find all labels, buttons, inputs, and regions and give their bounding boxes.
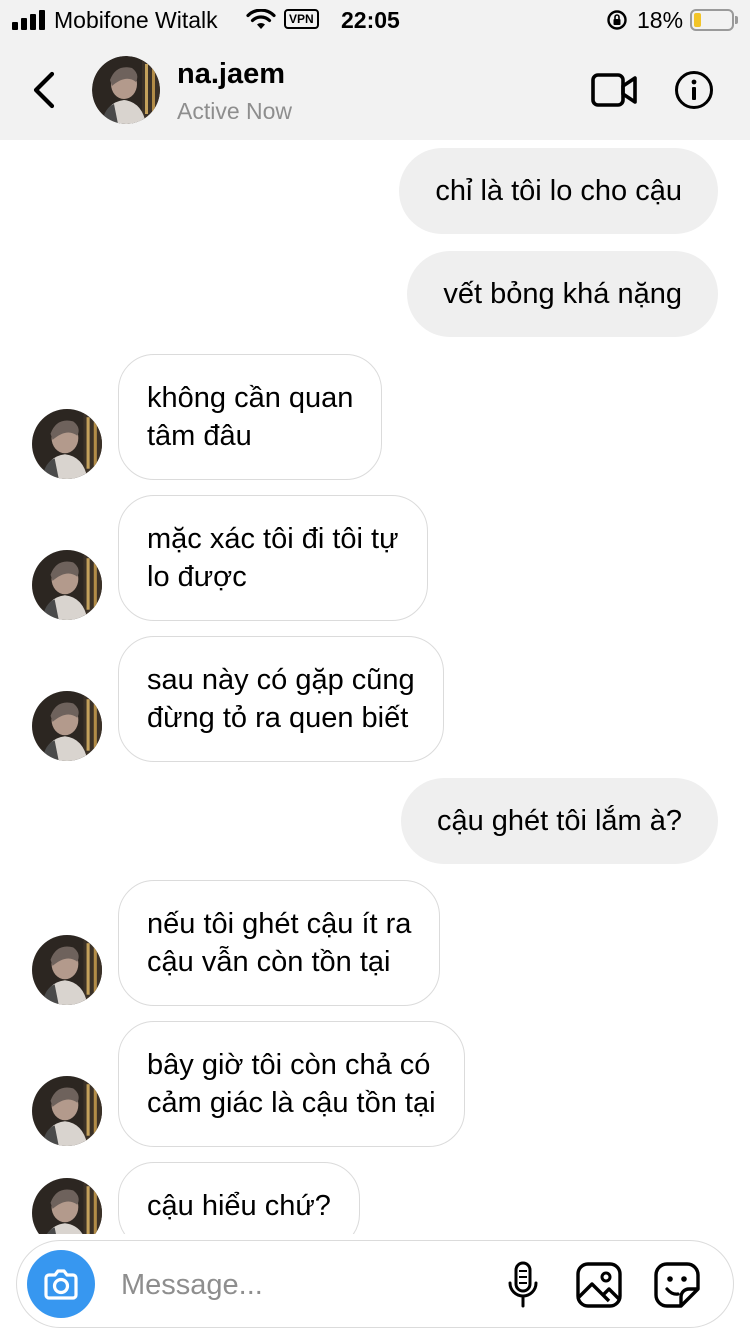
- contact-avatar[interactable]: [92, 56, 160, 124]
- incoming-message[interactable]: sau này có gặp cũng đừng tỏ ra quen biết: [118, 636, 444, 762]
- sender-avatar-image: [32, 1076, 102, 1146]
- battery-percentage: 18%: [637, 7, 684, 33]
- clock: 22:05: [341, 7, 400, 33]
- active-status: Active Now: [177, 98, 293, 124]
- sender-avatar: [32, 1178, 102, 1234]
- sender-avatar: [32, 1076, 102, 1146]
- outgoing-message[interactable]: cậu ghét tôi lắm à?: [400, 778, 718, 864]
- wifi-icon: [246, 9, 276, 29]
- incoming-message[interactable]: bây giờ tôi còn chả có cảm giác là cậu t…: [118, 1021, 465, 1147]
- sender-avatar: [32, 550, 102, 620]
- carrier-name: Mobifone Witalk: [54, 7, 218, 33]
- outgoing-message[interactable]: vết bỏng khá nặng: [407, 251, 718, 337]
- back-chevron-icon[interactable]: [28, 68, 64, 112]
- orientation-lock-icon: [607, 10, 627, 30]
- message-thread[interactable]: chỉ là tôi lo cho cậu vết bỏng khá nặng …: [0, 140, 750, 1234]
- sender-avatar: [32, 935, 102, 1005]
- camera-icon: [44, 1269, 78, 1300]
- sender-avatar-image: [32, 550, 102, 620]
- status-bar: Mobifone Witalk VPN 22:05 18%: [0, 0, 750, 40]
- battery-fill: [694, 13, 701, 27]
- incoming-message[interactable]: cậu hiểu chứ?: [118, 1162, 360, 1234]
- sender-avatar-image: [32, 409, 102, 479]
- outgoing-message[interactable]: chỉ là tôi lo cho cậu: [399, 148, 718, 234]
- incoming-message[interactable]: không cần quan tâm đâu: [118, 354, 383, 480]
- sticker-icon[interactable]: [653, 1261, 701, 1309]
- vpn-badge: VPN: [284, 9, 319, 29]
- sender-avatar-image: [32, 935, 102, 1005]
- sender-avatar-image: [32, 691, 102, 761]
- incoming-message[interactable]: mặc xác tôi đi tôi tự lo được: [118, 495, 428, 621]
- incoming-message[interactable]: nếu tôi ghét cậu ít ra cậu vẫn còn tồn t…: [118, 880, 441, 1006]
- microphone-icon[interactable]: [505, 1259, 541, 1311]
- chat-header: na.jaem Active Now: [0, 40, 750, 140]
- video-call-icon[interactable]: [590, 70, 638, 110]
- message-input[interactable]: [121, 1259, 481, 1311]
- sender-avatar: [32, 691, 102, 761]
- sender-avatar: [32, 409, 102, 479]
- sender-avatar-image: [32, 1178, 102, 1234]
- battery-icon: [690, 9, 738, 31]
- info-icon[interactable]: [674, 70, 714, 110]
- cellular-signal-icon: [12, 10, 48, 30]
- camera-button[interactable]: [27, 1250, 95, 1318]
- gallery-icon[interactable]: [575, 1261, 623, 1309]
- contact-username[interactable]: na.jaem: [177, 58, 285, 91]
- message-composer: [16, 1240, 734, 1328]
